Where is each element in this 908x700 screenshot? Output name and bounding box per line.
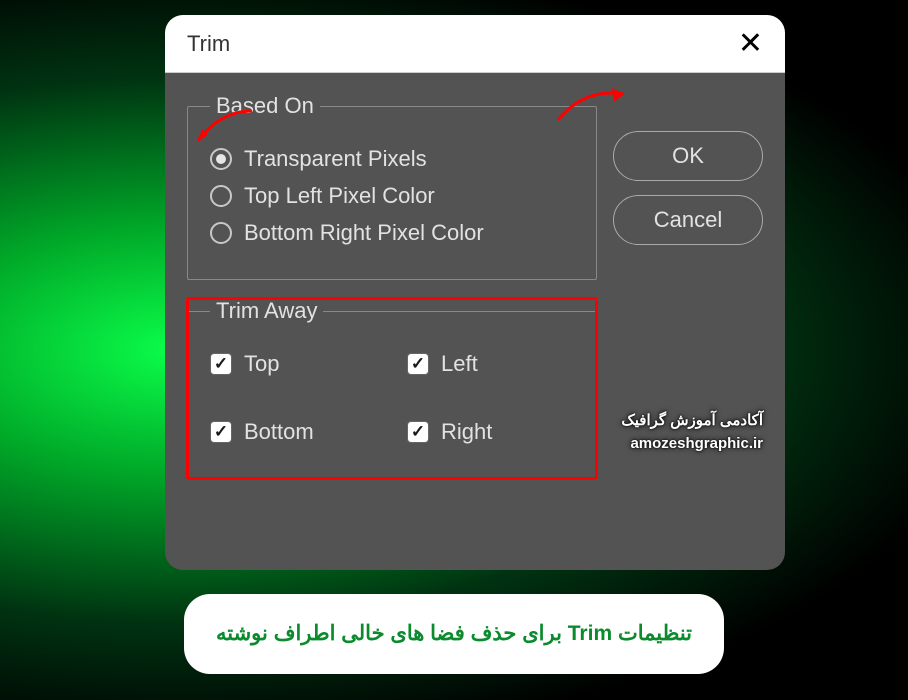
checkbox-label: Bottom [244,419,314,445]
checkbox-label: Left [441,351,478,377]
radio-transparent-pixels[interactable]: Transparent Pixels [210,146,574,172]
checkbox-top[interactable]: Top [210,351,377,377]
cancel-button[interactable]: Cancel [613,195,763,245]
caption-pill: تنظیمات Trim برای حذف فضا های خالی اطراف… [184,594,724,674]
trim-away-legend: Trim Away [210,298,323,324]
radio-label: Transparent Pixels [244,146,427,172]
ok-button[interactable]: OK [613,131,763,181]
button-label: OK [672,143,704,169]
caption-text: تنظیمات Trim برای حذف فضا های خالی اطراف… [216,619,692,649]
radio-icon[interactable] [210,222,232,244]
checkbox-icon[interactable] [210,353,232,375]
trim-dialog: Trim ✕ Based On Transparent Pixels Top L… [165,15,785,570]
watermark: آکادمی آموزش گرافیک amozeshgraphic.ir [621,410,763,455]
close-icon[interactable]: ✕ [738,26,763,61]
titlebar: Trim ✕ [165,15,785,73]
trim-away-grid: Top Left Bottom Right [210,340,574,456]
checkbox-icon[interactable] [210,421,232,443]
checkbox-right[interactable]: Right [407,419,574,445]
based-on-group: Based On Transparent Pixels Top Left Pix… [187,93,597,280]
radio-icon[interactable] [210,148,232,170]
radio-top-left-color[interactable]: Top Left Pixel Color [210,183,574,209]
checkbox-bottom[interactable]: Bottom [210,419,377,445]
radio-label: Bottom Right Pixel Color [244,220,484,246]
checkbox-icon[interactable] [407,353,429,375]
trim-away-group: Trim Away Top Left Bottom [187,298,597,479]
checkbox-left[interactable]: Left [407,351,574,377]
dialog-left-column: Based On Transparent Pixels Top Left Pix… [187,93,597,497]
checkbox-label: Right [441,419,492,445]
radio-icon[interactable] [210,185,232,207]
radio-label: Top Left Pixel Color [244,183,435,209]
dialog-title: Trim [187,31,230,57]
radio-bottom-right-color[interactable]: Bottom Right Pixel Color [210,220,574,246]
checkbox-label: Top [244,351,279,377]
button-label: Cancel [654,207,722,233]
based-on-legend: Based On [210,93,320,119]
watermark-line2: amozeshgraphic.ir [621,433,763,456]
checkbox-icon[interactable] [407,421,429,443]
watermark-line1: آکادمی آموزش گرافیک [621,410,763,433]
